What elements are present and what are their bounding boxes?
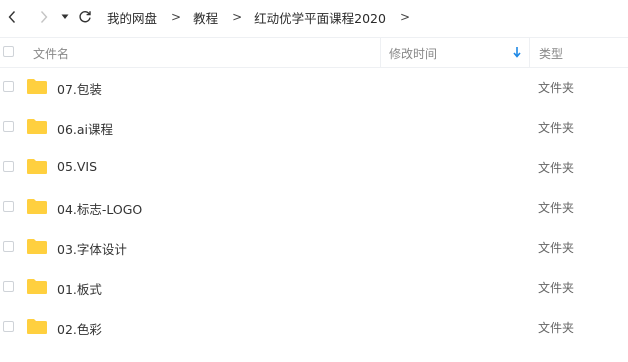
- back-button[interactable]: [3, 6, 21, 28]
- file-name[interactable]: 01.板式: [57, 279, 102, 298]
- row-checkbox[interactable]: [3, 161, 14, 172]
- forward-button[interactable]: [35, 6, 53, 28]
- file-type: 文件夹: [538, 321, 575, 335]
- column-header-modified[interactable]: 修改时间: [389, 45, 437, 62]
- chevron-left-icon: [8, 11, 16, 23]
- column-header-name[interactable]: 文件名: [33, 45, 69, 62]
- select-all-checkbox[interactable]: [3, 46, 14, 57]
- file-name[interactable]: 02.色彩: [57, 319, 102, 338]
- refresh-button[interactable]: [76, 6, 94, 28]
- file-type: 文件夹: [538, 201, 575, 215]
- file-name[interactable]: 05.VIS: [57, 159, 97, 174]
- file-type: 文件夹: [538, 121, 575, 135]
- breadcrumb-separator: >: [232, 10, 243, 24]
- caret-down-icon: [61, 14, 69, 19]
- file-name[interactable]: 07.包装: [57, 79, 102, 98]
- file-row[interactable]: 01.板式 文件夹: [0, 267, 628, 307]
- column-header-type[interactable]: 类型: [539, 45, 563, 62]
- breadcrumb-separator[interactable]: >: [400, 10, 410, 24]
- file-row[interactable]: 05.VIS 文件夹: [0, 147, 628, 187]
- folder-icon: [27, 239, 47, 254]
- file-name[interactable]: 06.ai课程: [57, 119, 113, 138]
- folder-icon: [27, 79, 47, 94]
- file-type: 文件夹: [538, 241, 575, 255]
- breadcrumb-item-tutorials[interactable]: 教程: [193, 8, 218, 27]
- folder-icon: [27, 279, 47, 294]
- file-type: 文件夹: [538, 281, 575, 295]
- row-checkbox[interactable]: [3, 281, 14, 292]
- file-name[interactable]: 04.标志-LOGO: [57, 199, 142, 218]
- file-row[interactable]: 03.字体设计 文件夹: [0, 227, 628, 267]
- breadcrumb-item-current-folder[interactable]: 红动优学平面课程2020: [254, 8, 386, 27]
- file-row[interactable]: 06.ai课程 文件夹: [0, 107, 628, 147]
- file-type: 文件夹: [538, 161, 575, 175]
- chevron-right-icon: [40, 11, 48, 23]
- toolbar: 我的网盘 > 教程 > 红动优学平面课程2020 >: [0, 0, 628, 34]
- breadcrumb-item-my-drive[interactable]: 我的网盘: [107, 8, 157, 27]
- history-dropdown-button[interactable]: [59, 6, 71, 28]
- file-row[interactable]: 04.标志-LOGO 文件夹: [0, 187, 628, 227]
- column-divider[interactable]: [529, 38, 530, 67]
- file-row[interactable]: 02.色彩 文件夹: [0, 307, 628, 347]
- column-divider[interactable]: [380, 38, 381, 67]
- file-type: 文件夹: [538, 81, 575, 95]
- file-row[interactable]: 07.包装 文件夹: [0, 67, 628, 107]
- row-checkbox[interactable]: [3, 81, 14, 92]
- row-checkbox[interactable]: [3, 201, 14, 212]
- file-name[interactable]: 03.字体设计: [57, 239, 127, 258]
- row-checkbox[interactable]: [3, 241, 14, 252]
- breadcrumb-separator: >: [171, 10, 182, 24]
- arrow-down-icon[interactable]: [513, 46, 521, 61]
- row-checkbox[interactable]: [3, 321, 14, 332]
- file-list-header: 文件名 修改时间 类型: [0, 37, 628, 68]
- refresh-icon: [79, 11, 91, 23]
- breadcrumb: 我的网盘 > 教程 > 红动优学平面课程2020 >: [107, 8, 422, 27]
- folder-icon: [27, 159, 47, 174]
- folder-icon: [27, 199, 47, 214]
- folder-icon: [27, 119, 47, 134]
- row-checkbox[interactable]: [3, 121, 14, 132]
- folder-icon: [27, 319, 47, 334]
